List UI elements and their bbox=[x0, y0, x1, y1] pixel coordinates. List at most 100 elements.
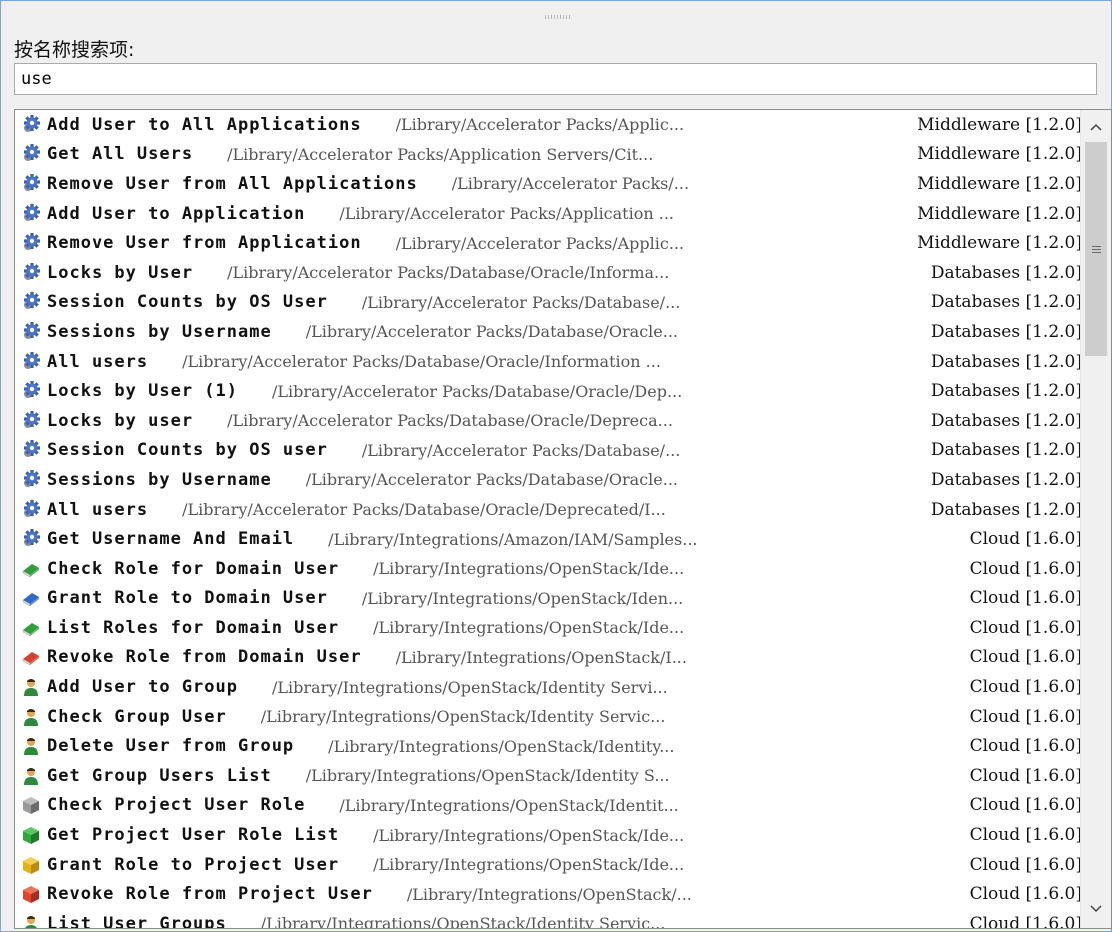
list-item[interactable]: Locks by user/Library/Accelerator Packs/… bbox=[15, 406, 1082, 436]
list-item[interactable]: Sessions by Username/Library/Accelerator… bbox=[15, 317, 1082, 347]
list-item[interactable]: Session Counts by OS User/Library/Accele… bbox=[15, 288, 1082, 318]
item-name: Locks by User (1) bbox=[47, 381, 238, 402]
item-category: Databases [1.2.0] bbox=[924, 292, 1082, 313]
list-item[interactable]: Delete User from Group/Library/Integrati… bbox=[15, 731, 1082, 761]
search-dialog: 按名称搜索项: Add User to All Applications/Lib… bbox=[0, 0, 1112, 932]
item-name: Add User to Group bbox=[47, 677, 238, 698]
list-item[interactable]: Remove User from All Applications/Librar… bbox=[15, 169, 1082, 199]
list-item[interactable]: Grant Role to Project User/Library/Integ… bbox=[15, 850, 1082, 880]
list-item[interactable]: Locks by User/Library/Accelerator Packs/… bbox=[15, 258, 1082, 288]
list-item[interactable]: Locks by User (1) /Library/Accelerator Pa… bbox=[15, 376, 1082, 406]
item-name: Get Username And Email bbox=[47, 529, 295, 550]
item-path: /Library/Integrations/OpenStack/Identity… bbox=[272, 677, 668, 697]
item-category: Cloud [1.6.0] bbox=[963, 647, 1082, 668]
item-name: Add User to Application bbox=[47, 203, 306, 224]
item-category: Cloud [1.6.0] bbox=[963, 854, 1082, 875]
item-name: List Roles for Domain User bbox=[47, 617, 340, 638]
item-path: /Library/Accelerator Packs/Database/Orac… bbox=[272, 381, 683, 401]
vertical-scrollbar[interactable] bbox=[1080, 110, 1111, 928]
list-item[interactable]: Get Group Users List/Library/Integration… bbox=[15, 761, 1082, 791]
item-path: /Library/Accelerator Packs/Database/Orac… bbox=[305, 470, 678, 490]
item-name: Locks by User bbox=[47, 262, 194, 283]
list-item[interactable]: All users/Library/Accelerator Packs/Data… bbox=[15, 347, 1082, 377]
list-item[interactable]: Revoke Role from Domain User/Library/Int… bbox=[15, 643, 1082, 673]
results-rows: Add User to All Applications/Library/Acc… bbox=[15, 110, 1082, 928]
gear-icon bbox=[21, 499, 41, 520]
item-category: Middleware [1.2.0] bbox=[911, 233, 1082, 254]
item-category: Databases [1.2.0] bbox=[924, 262, 1082, 283]
item-category: Middleware [1.2.0] bbox=[911, 173, 1082, 194]
item-path: /Library/Integrations/OpenStack/Iden... bbox=[361, 588, 684, 608]
list-item[interactable]: Add User to Application/Library/Accelera… bbox=[15, 199, 1082, 229]
gray-cube-icon bbox=[21, 795, 41, 815]
list-item[interactable]: Get Username And Email/Library/Integrati… bbox=[15, 524, 1082, 554]
item-category: Cloud [1.6.0] bbox=[963, 677, 1082, 698]
list-item[interactable]: Check Group User/Library/Integrations/Op… bbox=[15, 702, 1082, 732]
item-name: Check Project User Role bbox=[47, 795, 306, 816]
item-category: Cloud [1.6.0] bbox=[963, 736, 1082, 757]
item-path: /Library/Accelerator Packs/... bbox=[451, 174, 690, 194]
item-category: Databases [1.2.0] bbox=[924, 440, 1082, 461]
item-name: Add User to All Applications bbox=[47, 114, 362, 135]
item-name: Remove User from Application bbox=[47, 233, 362, 254]
scroll-up-button[interactable] bbox=[1085, 114, 1107, 140]
item-name: Revoke Role from Project User bbox=[47, 884, 373, 905]
item-category: Cloud [1.6.0] bbox=[963, 884, 1082, 905]
list-item[interactable]: Get Project User Role List/Library/Integ… bbox=[15, 820, 1082, 850]
item-name: Sessions by Username bbox=[47, 469, 272, 490]
item-path: /Library/Integrations/OpenStack/... bbox=[406, 884, 692, 904]
item-name: Get All Users bbox=[47, 144, 194, 165]
item-name: Revoke Role from Domain User bbox=[47, 647, 362, 668]
resize-grip[interactable] bbox=[545, 15, 571, 19]
list-item[interactable]: Grant Role to Domain User/Library/Integr… bbox=[15, 584, 1082, 614]
item-category: Cloud [1.6.0] bbox=[963, 765, 1082, 786]
item-name: All users bbox=[47, 351, 149, 372]
item-category: Cloud [1.6.0] bbox=[963, 795, 1082, 816]
item-category: Databases [1.2.0] bbox=[924, 469, 1082, 490]
list-item[interactable]: Add User to Group/Library/Integrations/O… bbox=[15, 672, 1082, 702]
list-item[interactable]: Sessions by Username/Library/Accelerator… bbox=[15, 465, 1082, 495]
list-item[interactable]: Remove User from Application/Library/Acc… bbox=[15, 228, 1082, 258]
item-path: /Library/Accelerator Packs/Application S… bbox=[227, 144, 654, 164]
item-name: Delete User from Group bbox=[47, 736, 295, 757]
list-item[interactable]: List Roles for Domain User/Library/Integ… bbox=[15, 613, 1082, 643]
item-path: /Library/Integrations/OpenStack/Ide... bbox=[373, 825, 685, 845]
gear-icon bbox=[21, 351, 41, 372]
item-category: Cloud [1.6.0] bbox=[963, 588, 1082, 609]
item-category: Databases [1.2.0] bbox=[924, 351, 1082, 372]
red-book-icon bbox=[21, 647, 41, 667]
item-category: Databases [1.2.0] bbox=[924, 321, 1082, 342]
list-item[interactable]: All users/Library/Accelerator Packs/Data… bbox=[15, 495, 1082, 525]
list-item[interactable]: Get All Users/Library/Accelerator Packs/… bbox=[15, 140, 1082, 170]
green-cube-icon bbox=[21, 825, 41, 845]
list-item[interactable]: Session Counts by OS user/Library/Accele… bbox=[15, 436, 1082, 466]
results-list[interactable]: Add User to All Applications/Library/Acc… bbox=[14, 109, 1112, 929]
scroll-down-button[interactable] bbox=[1085, 896, 1107, 922]
list-item[interactable]: Add User to All Applications/Library/Acc… bbox=[15, 110, 1082, 140]
item-name: Check Role for Domain User bbox=[47, 558, 340, 579]
green-book-icon bbox=[21, 559, 41, 579]
item-category: Databases [1.2.0] bbox=[924, 410, 1082, 431]
item-category: Cloud [1.6.0] bbox=[963, 706, 1082, 727]
item-path: /Library/Integrations/OpenStack/I... bbox=[395, 647, 687, 667]
item-path: /Library/Accelerator Packs/Database/Orac… bbox=[305, 322, 678, 342]
item-category: Databases [1.2.0] bbox=[924, 381, 1082, 402]
item-name: Get Project User Role List bbox=[47, 825, 340, 846]
item-path: /Library/Accelerator Packs/Database/Orac… bbox=[182, 352, 661, 372]
item-category: Middleware [1.2.0] bbox=[911, 144, 1082, 165]
thumb-grip-icon bbox=[1091, 245, 1101, 253]
list-item[interactable]: Check Project User Role/Library/Integrat… bbox=[15, 791, 1082, 821]
item-category: Middleware [1.2.0] bbox=[911, 203, 1082, 224]
scroll-thumb[interactable] bbox=[1085, 142, 1107, 356]
item-path: /Library/Integrations/Amazon/IAM/Samples… bbox=[328, 529, 698, 549]
item-category: Cloud [1.6.0] bbox=[963, 825, 1082, 846]
gear-icon bbox=[21, 410, 41, 431]
list-item[interactable]: List User Groups/Library/Integrations/Op… bbox=[15, 909, 1082, 928]
gear-icon bbox=[21, 529, 41, 549]
search-input[interactable] bbox=[14, 63, 1097, 95]
item-path: /Library/Integrations/OpenStack/Identity… bbox=[260, 707, 666, 727]
item-path: /Library/Accelerator Packs/Database/... bbox=[361, 292, 681, 312]
item-path: /Library/Integrations/OpenStack/Identity… bbox=[328, 736, 675, 756]
list-item[interactable]: Revoke Role from Project User/Library/In… bbox=[15, 879, 1082, 909]
list-item[interactable]: Check Role for Domain User/Library/Integ… bbox=[15, 554, 1082, 584]
